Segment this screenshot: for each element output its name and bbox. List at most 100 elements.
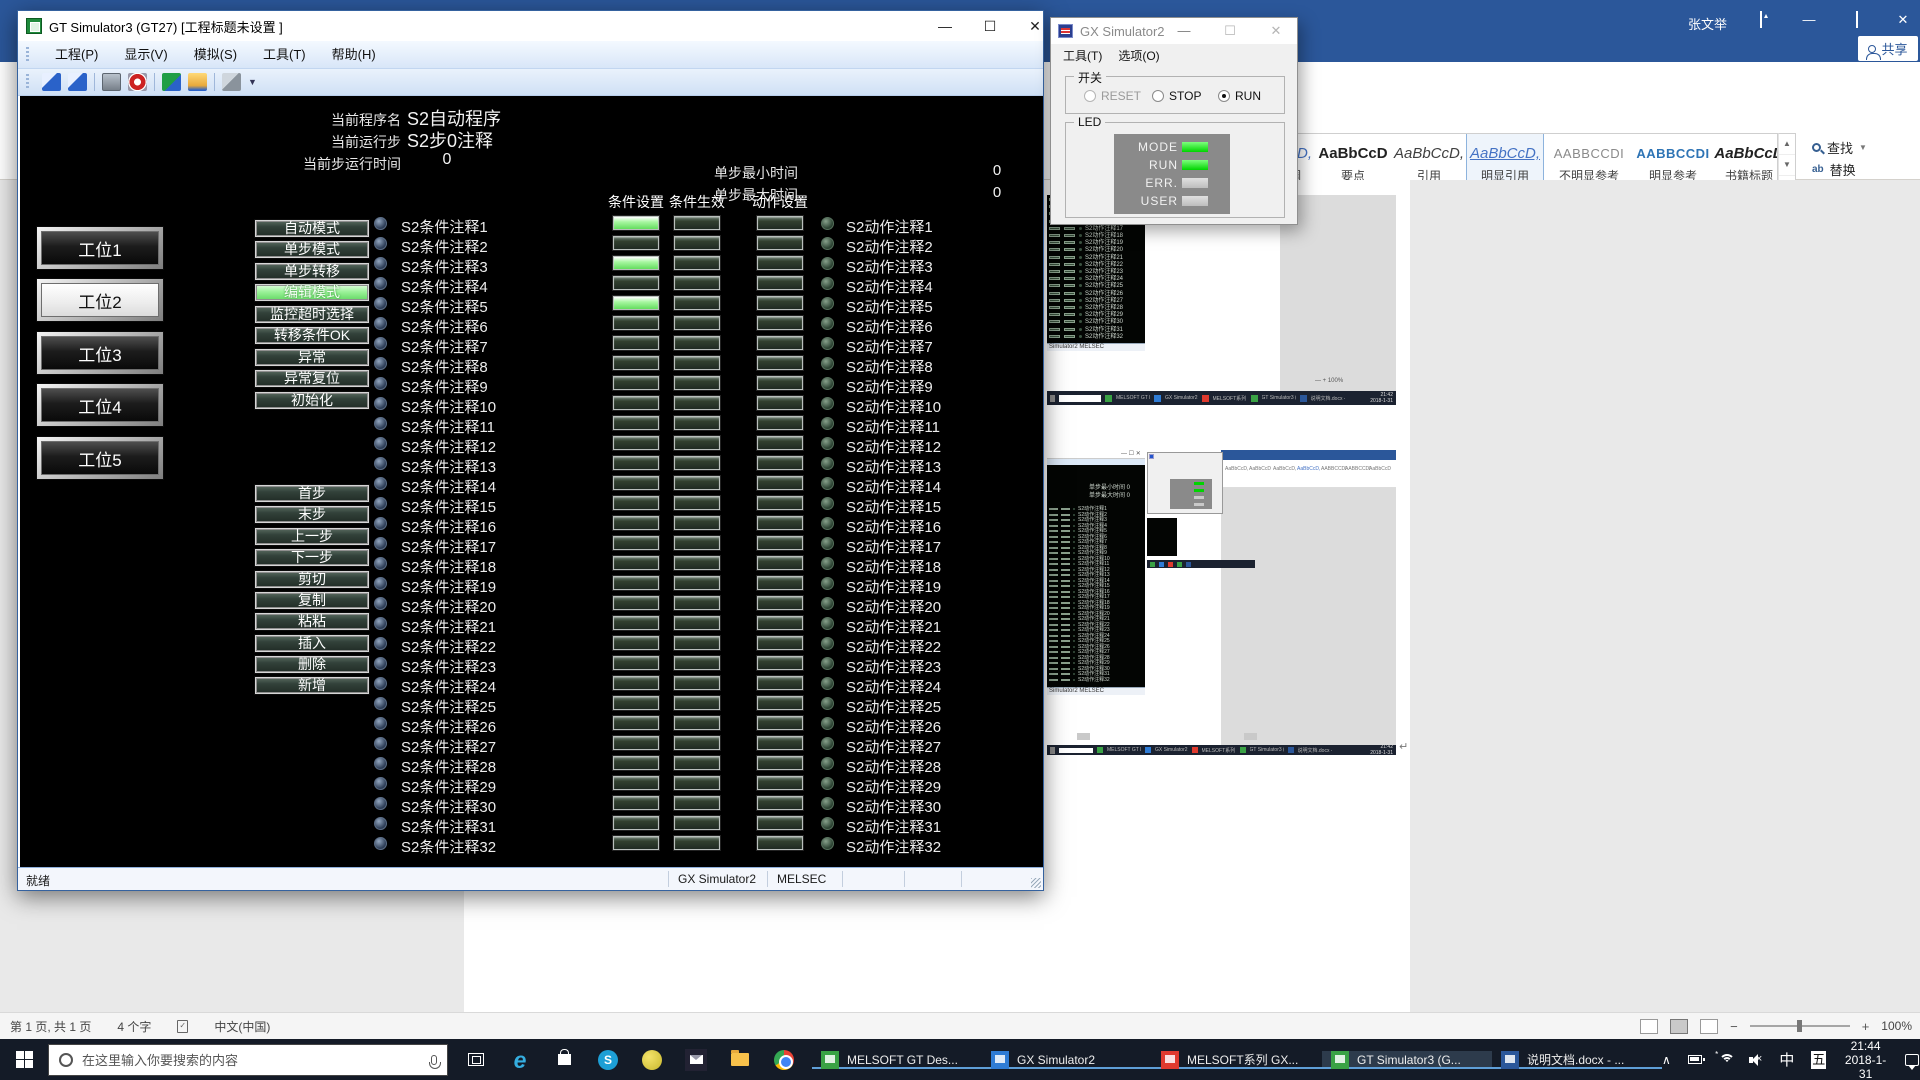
radio-run[interactable]: RUN	[1218, 89, 1261, 103]
condition-set-led[interactable]	[613, 216, 659, 230]
input-method-box[interactable]: 五	[1811, 1051, 1826, 1069]
condition-set-led[interactable]	[613, 696, 659, 710]
web-layout-icon[interactable]	[1700, 1019, 1718, 1034]
condition-set-led[interactable]	[613, 436, 659, 450]
replace-button[interactable]: ab替换	[1812, 158, 1920, 180]
condition-set-led[interactable]	[613, 316, 659, 330]
print-layout-icon[interactable]	[1670, 1019, 1688, 1034]
condition-set-led[interactable]	[613, 836, 659, 850]
ribbon-display-options-icon[interactable]	[1746, 8, 1776, 32]
monitor-setup-icon[interactable]	[102, 73, 121, 91]
action-set-led[interactable]	[757, 836, 803, 850]
condition-set-led[interactable]	[613, 816, 659, 830]
start-button[interactable]	[0, 1039, 48, 1080]
action-set-led[interactable]	[757, 276, 803, 290]
battery-icon[interactable]	[1688, 1055, 1702, 1064]
zoom-in-button[interactable]: +	[1862, 1019, 1870, 1034]
action-set-led[interactable]	[757, 376, 803, 390]
device-monitor-icon[interactable]	[162, 73, 181, 91]
find-button[interactable]: 查找▼	[1812, 136, 1920, 158]
action-set-led[interactable]	[757, 616, 803, 630]
condition-set-led[interactable]	[613, 296, 659, 310]
resize-handle[interactable]	[1244, 733, 1257, 740]
word-count[interactable]: 4 个字	[117, 1018, 151, 1035]
gx-minimize-button[interactable]: —	[1171, 20, 1197, 42]
condition-set-led[interactable]	[613, 536, 659, 550]
condition-set-led[interactable]	[613, 776, 659, 790]
condition-set-led[interactable]	[613, 616, 659, 630]
action-set-led[interactable]	[757, 516, 803, 530]
taskbar-task-0[interactable]: MELSOFT GT Des...	[812, 1051, 982, 1069]
action-set-led[interactable]	[757, 736, 803, 750]
embedded-screenshot-1[interactable]: S2动作注释13S2动作注释14S2动作注释15S2动作注释16S2动作注释17…	[1047, 195, 1396, 405]
condition-set-led[interactable]	[613, 596, 659, 610]
zoom-out-button[interactable]: −	[1730, 1019, 1738, 1034]
action-set-led[interactable]	[757, 416, 803, 430]
condition-set-led[interactable]	[613, 496, 659, 510]
gt-menu-1[interactable]: 显示(V)	[111, 44, 180, 66]
store-icon[interactable]	[552, 1048, 576, 1072]
condition-set-led[interactable]	[613, 236, 659, 250]
toolbar-grip[interactable]	[26, 47, 29, 63]
gallery-up-icon[interactable]: ▲	[1779, 134, 1795, 155]
action-set-led[interactable]	[757, 316, 803, 330]
action-set-led[interactable]	[757, 576, 803, 590]
task-view-icon[interactable]	[464, 1048, 488, 1072]
action-set-led[interactable]	[757, 336, 803, 350]
word-restore-button[interactable]	[1842, 8, 1872, 32]
page-count[interactable]: 第 1 页, 共 1 页	[10, 1018, 91, 1035]
condition-set-led[interactable]	[613, 636, 659, 650]
toolbar-overflow-icon[interactable]: ▼	[248, 77, 257, 87]
gt-close-button[interactable]: ✕	[1022, 15, 1048, 37]
gx-menu-1[interactable]: 选项(O)	[1118, 47, 1159, 64]
option-setup-icon[interactable]	[222, 73, 241, 91]
browser-circle-icon[interactable]	[640, 1048, 664, 1072]
open-project-icon[interactable]	[42, 73, 61, 91]
action-set-led[interactable]	[757, 476, 803, 490]
gt-menu-2[interactable]: 模拟(S)	[181, 44, 250, 66]
taskbar-task-1[interactable]: GX Simulator2	[982, 1051, 1152, 1069]
action-set-led[interactable]	[757, 356, 803, 370]
action-set-led[interactable]	[757, 216, 803, 230]
condition-set-led[interactable]	[613, 356, 659, 370]
resize-grip-icon[interactable]	[1031, 878, 1041, 888]
action-set-led[interactable]	[757, 816, 803, 830]
action-set-led[interactable]	[757, 436, 803, 450]
gt-menu-4[interactable]: 帮助(H)	[319, 44, 389, 66]
condition-set-led[interactable]	[613, 376, 659, 390]
stop-simulation-icon[interactable]	[128, 73, 147, 91]
gx-menu-0[interactable]: 工具(T)	[1063, 47, 1102, 64]
word-close-button[interactable]: ✕	[1888, 8, 1918, 32]
condition-set-led[interactable]	[613, 716, 659, 730]
mail-icon[interactable]	[684, 1048, 708, 1072]
action-set-led[interactable]	[757, 756, 803, 770]
toolbar-grip[interactable]	[26, 74, 29, 90]
condition-set-led[interactable]	[613, 676, 659, 690]
open-screen-icon[interactable]	[68, 73, 87, 91]
condition-set-led[interactable]	[613, 276, 659, 290]
taskbar-search[interactable]: 在这里输入你要搜索的内容	[48, 1044, 448, 1076]
skype-icon[interactable]: S	[596, 1048, 620, 1072]
action-set-led[interactable]	[757, 496, 803, 510]
condition-set-led[interactable]	[613, 556, 659, 570]
ime-indicator[interactable]: 中	[1779, 1049, 1794, 1070]
radio-reset[interactable]: RESET	[1084, 89, 1141, 103]
condition-set-led[interactable]	[613, 396, 659, 410]
read-mode-icon[interactable]	[1640, 1019, 1658, 1034]
proofing-icon[interactable]	[177, 1020, 188, 1033]
condition-set-led[interactable]	[613, 656, 659, 670]
condition-set-led[interactable]	[613, 796, 659, 810]
zoom-level[interactable]: 100%	[1881, 1019, 1912, 1033]
embedded-screenshot-2[interactable]: — ☐ ✕单步最小时间 0单步最大时间 0S2动作注释1S2动作注释2S2动作注…	[1047, 450, 1396, 755]
condition-set-led[interactable]	[613, 756, 659, 770]
gx-close-button[interactable]: ✕	[1263, 20, 1289, 42]
action-set-led[interactable]	[757, 656, 803, 670]
condition-set-led[interactable]	[613, 456, 659, 470]
action-set-led[interactable]	[757, 636, 803, 650]
action-set-led[interactable]	[757, 236, 803, 250]
taskbar-task-2[interactable]: MELSOFT系列 GX...	[1152, 1051, 1322, 1069]
condition-set-led[interactable]	[613, 576, 659, 590]
resize-handle[interactable]	[1077, 733, 1090, 740]
zoom-slider-thumb[interactable]	[1797, 1020, 1802, 1032]
gx-maximize-button[interactable]: ☐	[1217, 20, 1243, 42]
